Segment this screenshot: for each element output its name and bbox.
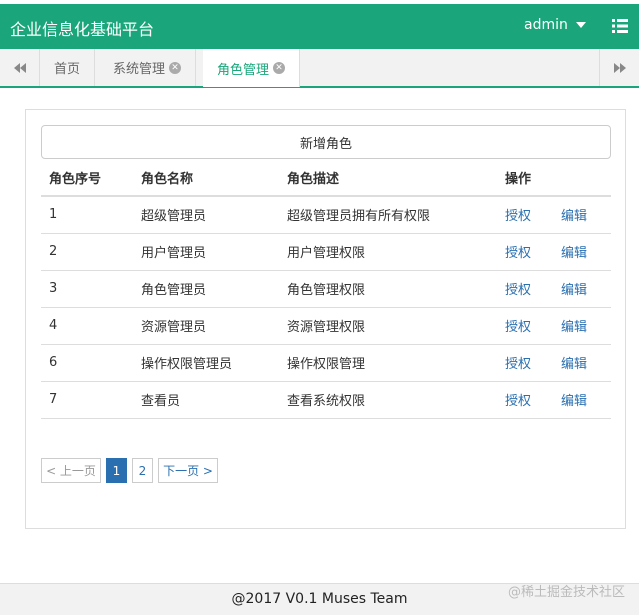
role-desc: 超级管理员拥有所有权限 — [279, 196, 497, 234]
role-name: 查看员 — [133, 381, 279, 419]
authorize-link[interactable]: 授权 — [505, 209, 531, 224]
footer: @2017 V0.1 Muses Team @稀土掘金技术社区 — [0, 583, 639, 615]
tab-role-management[interactable]: 角色管理 ✕ — [203, 49, 301, 87]
table-header-row: 角色序号 角色名称 角色描述 操作 — [41, 160, 611, 197]
role-id: 3 — [41, 270, 133, 308]
role-desc: 用户管理权限 — [279, 233, 497, 271]
edit-link[interactable]: 编辑 — [561, 394, 587, 409]
prev-page-button[interactable]: < 上一页 — [41, 458, 101, 483]
edit-link[interactable]: 编辑 — [561, 283, 587, 298]
authorize-link[interactable]: 授权 — [505, 283, 531, 298]
role-desc: 查看系统权限 — [279, 381, 497, 419]
role-id: 7 — [41, 381, 133, 419]
authorize-link[interactable]: 授权 — [505, 246, 531, 261]
column-header-empty — [553, 160, 611, 197]
column-header: 角色名称 — [133, 160, 279, 197]
edit-link[interactable]: 编辑 — [561, 320, 587, 335]
edit-link[interactable]: 编辑 — [561, 246, 587, 261]
role-name: 超级管理员 — [133, 196, 279, 234]
add-role-button[interactable]: 新增角色 — [41, 125, 611, 159]
role-desc: 角色管理权限 — [279, 270, 497, 308]
pagination: < 上一页 1 2 下一页 > — [41, 458, 223, 483]
role-id: 1 — [41, 196, 133, 234]
column-header: 角色序号 — [41, 160, 133, 197]
close-icon[interactable]: ✕ — [169, 61, 182, 74]
tab-label: 首页 — [54, 62, 81, 77]
column-header: 操作 — [497, 160, 553, 197]
tab-scroll-right-button[interactable] — [599, 49, 639, 86]
next-page-button[interactable]: 下一页 > — [158, 458, 218, 483]
table-row: 2 用户管理员 用户管理权限 授权 编辑 — [41, 233, 611, 271]
watermark-text: @稀土掘金技术社区 — [507, 585, 625, 600]
tab-bar: 首页 系统管理 ✕ 角色管理 ✕ — [0, 49, 639, 88]
table-row: 7 查看员 查看系统权限 授权 编辑 — [41, 381, 611, 419]
tab-scroll-left-button[interactable] — [0, 49, 40, 86]
tab-system-management[interactable]: 系统管理 ✕ — [99, 49, 197, 86]
role-desc: 资源管理权限 — [279, 307, 497, 345]
authorize-link[interactable]: 授权 — [505, 394, 531, 409]
column-header: 角色描述 — [279, 160, 497, 197]
table-row: 4 资源管理员 资源管理权限 授权 编辑 — [41, 307, 611, 345]
authorize-link[interactable]: 授权 — [505, 320, 531, 335]
edit-link[interactable]: 编辑 — [561, 209, 587, 224]
role-table: 角色序号 角色名称 角色描述 操作 1 超级管理员 超级管理员拥有所有权限 授权… — [41, 160, 611, 419]
role-desc: 操作权限管理 — [279, 344, 497, 382]
double-left-arrow-icon — [13, 62, 26, 73]
user-menu[interactable]: admin — [524, 17, 586, 33]
top-header: 企业信息化基础平台 admin — [0, 4, 639, 49]
table-row: 3 角色管理员 角色管理权限 授权 编辑 — [41, 270, 611, 308]
role-name: 操作权限管理员 — [133, 344, 279, 382]
role-name: 用户管理员 — [133, 233, 279, 271]
role-name: 角色管理员 — [133, 270, 279, 308]
page-1-button[interactable]: 1 — [106, 458, 127, 483]
role-panel: 新增角色 角色序号 角色名称 角色描述 操作 1 超级管理员 超级管理员拥有所有… — [25, 109, 626, 529]
list-menu-icon[interactable] — [612, 18, 628, 37]
close-icon[interactable]: ✕ — [273, 62, 286, 74]
tab-label: 系统管理 — [113, 62, 166, 77]
tab-label: 角色管理 — [217, 62, 270, 78]
table-row: 6 操作权限管理员 操作权限管理 授权 编辑 — [41, 344, 611, 382]
page-2-button[interactable]: 2 — [132, 458, 153, 483]
double-right-arrow-icon — [613, 62, 626, 73]
role-id: 6 — [41, 344, 133, 382]
authorize-link[interactable]: 授权 — [505, 357, 531, 372]
username: admin — [524, 17, 568, 33]
role-id: 2 — [41, 233, 133, 271]
app-title: 企业信息化基础平台 — [10, 20, 155, 39]
tab-home[interactable]: 首页 — [40, 49, 96, 86]
role-id: 4 — [41, 307, 133, 345]
table-row: 1 超级管理员 超级管理员拥有所有权限 授权 编辑 — [41, 196, 611, 234]
edit-link[interactable]: 编辑 — [561, 357, 587, 372]
copyright-text: @2017 V0.1 Muses Team — [231, 591, 408, 607]
chevron-down-icon — [575, 22, 586, 28]
role-name: 资源管理员 — [133, 307, 279, 345]
